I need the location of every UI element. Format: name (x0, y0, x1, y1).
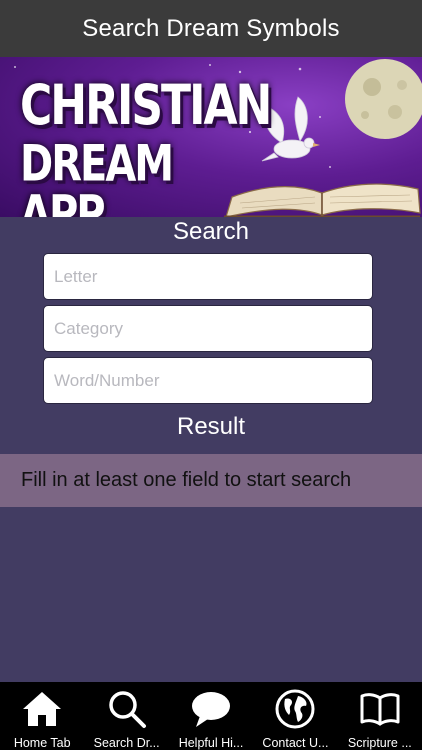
tab-home-label: Home Tab (13, 736, 71, 750)
moon-graphic (345, 59, 422, 139)
home-icon (23, 692, 62, 726)
result-heading: Result (176, 413, 246, 440)
search-heading: Search (172, 218, 250, 245)
globe-icon (275, 689, 315, 729)
navigation-bar: Search Dream Symbols (0, 0, 422, 57)
category-input[interactable] (43, 305, 373, 352)
tab-bar: Home Tab Search Dr... Helpful Hi... Cont… (0, 682, 422, 750)
search-icon (108, 691, 146, 728)
dove-graphic (261, 96, 320, 162)
result-message-row: Fill in at least one field to start sear… (0, 454, 422, 507)
word-number-input[interactable] (43, 357, 373, 404)
page-title: Search Dream Symbols (82, 14, 340, 42)
tab-helpful-hints-label: Helpful Hi... (178, 736, 244, 750)
banner-logo-text: CHRISTIAN DREAM APP (20, 74, 272, 217)
letter-input[interactable] (43, 253, 373, 300)
result-message: Fill in at least one field to start sear… (21, 469, 352, 491)
banner-line-2: DREAM APP (20, 135, 174, 217)
bible-graphic (224, 183, 421, 217)
tab-contact-us[interactable]: Contact U... (253, 682, 337, 750)
speech-bubble-icon (192, 692, 231, 727)
tab-search-dream-label: Search Dr... (93, 736, 160, 750)
banner-line-1: CHRISTIAN (20, 74, 272, 138)
app-banner: CHRISTIAN DREAM APP (0, 57, 422, 217)
tab-contact-us-label: Contact U... (262, 736, 329, 750)
tab-scripture[interactable]: Scripture ... (338, 682, 422, 750)
tab-scripture-label: Scripture ... (347, 736, 412, 750)
tab-home[interactable]: Home Tab (0, 682, 84, 750)
tab-search-dream[interactable]: Search Dr... (84, 682, 168, 750)
tab-helpful-hints[interactable]: Helpful Hi... (169, 682, 253, 750)
book-icon (360, 693, 400, 726)
